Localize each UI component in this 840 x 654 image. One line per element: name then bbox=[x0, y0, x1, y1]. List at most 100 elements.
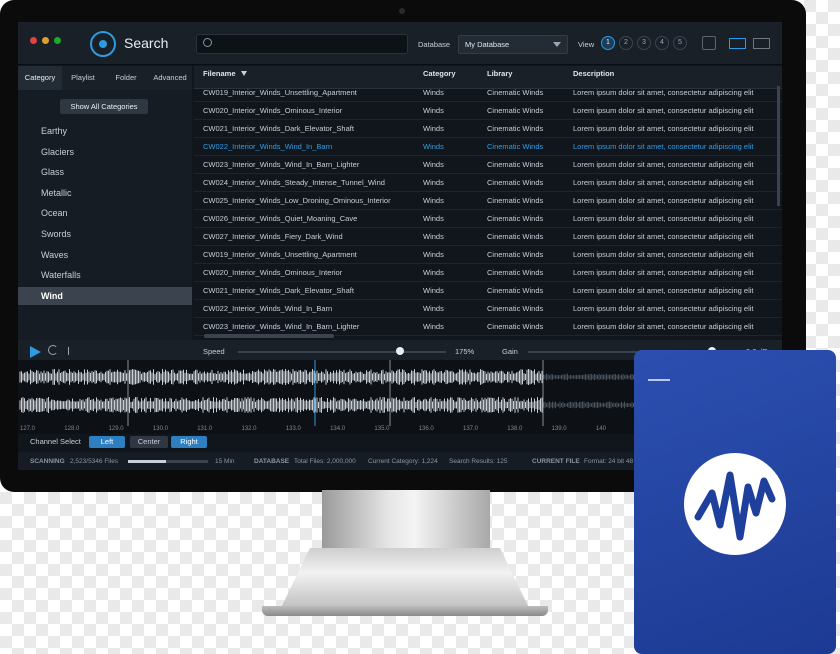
category-cell: Winds bbox=[423, 250, 444, 259]
brand-logo-icon bbox=[684, 453, 786, 555]
close-window-icon[interactable] bbox=[30, 37, 37, 44]
column-library[interactable]: Library bbox=[487, 69, 512, 78]
cube-icon[interactable] bbox=[702, 36, 716, 50]
description-cell: Lorem ipsum dolor sit amet, consectetur … bbox=[573, 286, 754, 295]
vertical-scrollbar[interactable] bbox=[777, 86, 780, 206]
channel-right-button[interactable]: Right bbox=[171, 436, 207, 448]
column-filename[interactable]: Filename bbox=[203, 69, 236, 78]
layout-full-icon[interactable] bbox=[753, 38, 770, 49]
column-category[interactable]: Category bbox=[423, 69, 456, 78]
category-cell: Winds bbox=[423, 232, 444, 241]
library-cell: Cinematic Winds bbox=[487, 178, 544, 187]
filename-cell: CW023_Interior_Winds_Wind_In_Barn_Lighte… bbox=[203, 160, 360, 169]
category-cell: Winds bbox=[423, 178, 444, 187]
category-item[interactable]: Wind bbox=[41, 291, 63, 301]
description-cell: Lorem ipsum dolor sit amet, consectetur … bbox=[573, 142, 754, 151]
view-page-button[interactable]: 5 bbox=[673, 36, 687, 50]
table-row[interactable]: CW020_Interior_Winds_Ominous_Interior Win… bbox=[194, 101, 782, 120]
channel-select-label: Channel Select bbox=[30, 437, 81, 446]
ruler-tick-label: 128.0 bbox=[64, 426, 80, 432]
description-cell: Lorem ipsum dolor sit amet, consectetur … bbox=[573, 106, 754, 115]
database-label: Database bbox=[418, 40, 451, 49]
horizontal-scrollbar[interactable] bbox=[204, 334, 334, 338]
table-row[interactable]: CW025_Interior_Winds_Low_Droning_Ominous… bbox=[194, 191, 782, 210]
total-files: Total Files: 2,000,000 bbox=[294, 458, 356, 465]
category-item[interactable]: Earthy bbox=[41, 126, 67, 136]
view-page-button[interactable]: 3 bbox=[637, 36, 651, 50]
library-cell: Cinematic Winds bbox=[487, 196, 544, 205]
table-row[interactable]: CW023_Interior_Winds_Wind_In_Barn_Lighte… bbox=[194, 155, 782, 174]
category-item[interactable]: Waterfalls bbox=[41, 270, 81, 280]
category-item[interactable]: Glass bbox=[41, 167, 64, 177]
description-cell: Lorem ipsum dolor sit amet, consectetur … bbox=[573, 124, 754, 133]
library-cell: Cinematic Winds bbox=[487, 268, 544, 277]
table-row[interactable]: CW022_Interior_Winds_Wind_In_Barn Winds Ci… bbox=[194, 299, 782, 318]
view-page-button[interactable]: 2 bbox=[619, 36, 633, 50]
monitor-base bbox=[262, 606, 548, 616]
category-item[interactable]: Metallic bbox=[41, 188, 72, 198]
ruler-tick-label: 139.0 bbox=[551, 426, 567, 432]
table-row[interactable]: CW027_Interior_Winds_Fiery_Dark_Wind Wind… bbox=[194, 227, 782, 246]
library-cell: Cinematic Winds bbox=[487, 88, 544, 97]
app-title: Search bbox=[124, 35, 169, 51]
database-status-label: DATABASE bbox=[254, 458, 290, 465]
table-row[interactable]: CW021_Interior_Winds_Dark_Elevator_Shaft… bbox=[194, 119, 782, 138]
view-label: View bbox=[578, 40, 595, 49]
category-item[interactable]: Ocean bbox=[41, 208, 68, 218]
camera-icon bbox=[399, 8, 405, 14]
table-row[interactable]: CW026_Interior_Winds_Quiet_Moaning_Cave W… bbox=[194, 209, 782, 228]
minimize-window-icon[interactable] bbox=[42, 37, 49, 44]
database-value: My Database bbox=[465, 40, 510, 49]
tab-advanced[interactable]: Advanced bbox=[148, 66, 192, 90]
category-item[interactable]: Swords bbox=[41, 229, 71, 239]
scanning-label: SCANNING bbox=[30, 458, 65, 465]
ruler-tick-label: 131.0 bbox=[197, 426, 213, 432]
column-description[interactable]: Description bbox=[573, 69, 614, 78]
view-page-button[interactable]: 1 bbox=[601, 36, 615, 50]
sort-down-icon[interactable] bbox=[241, 71, 247, 76]
channel-center-button[interactable]: Center bbox=[130, 436, 168, 448]
category-item[interactable]: Glaciers bbox=[41, 147, 74, 157]
tab-folder[interactable]: Folder bbox=[104, 66, 148, 90]
view-page-button[interactable]: 4 bbox=[655, 36, 669, 50]
category-item[interactable]: Waves bbox=[41, 250, 68, 260]
filename-cell: CW025_Interior_Winds_Low_Droning_Ominous… bbox=[203, 196, 391, 205]
monitor-stand-neck bbox=[322, 490, 490, 550]
search-input[interactable] bbox=[196, 34, 408, 54]
skip-icon[interactable] bbox=[68, 347, 78, 355]
table-row[interactable]: CW019_Interior_Winds_Unsettling_Apartmen… bbox=[194, 83, 782, 102]
show-all-categories-button[interactable]: Show All Categories bbox=[60, 99, 148, 114]
table-row[interactable]: CW021_Interior_Winds_Dark_Elevator_Shaft… bbox=[194, 281, 782, 300]
speed-slider[interactable] bbox=[238, 351, 446, 353]
table-row[interactable]: CW020_Interior_Winds_Ominous_Interior Win… bbox=[194, 263, 782, 282]
channel-left-button[interactable]: Left bbox=[89, 436, 125, 448]
table-row[interactable]: CW024_Interior_Winds_Steady_Intense_Tunn… bbox=[194, 173, 782, 192]
ruler-tick-label: 129.0 bbox=[108, 426, 124, 432]
database-select[interactable]: My Database bbox=[458, 35, 568, 54]
ruler-tick-label: 137.0 bbox=[463, 426, 479, 432]
loop-icon[interactable] bbox=[48, 345, 58, 355]
description-cell: Lorem ipsum dolor sit amet, consectetur … bbox=[573, 232, 754, 241]
table-row[interactable]: CW019_Interior_Winds_Unsettling_Apartmen… bbox=[194, 245, 782, 264]
tab-category[interactable]: Category bbox=[18, 66, 62, 90]
scanning-progress-fill bbox=[128, 460, 166, 463]
category-cell: Winds bbox=[423, 106, 444, 115]
filename-cell: CW019_Interior_Winds_Unsettling_Apartmen… bbox=[203, 88, 357, 97]
ruler-tick-label: 133.0 bbox=[285, 426, 301, 432]
layout-split-icon[interactable] bbox=[729, 38, 746, 49]
tab-playlist[interactable]: Playlist bbox=[62, 66, 104, 90]
maximize-window-icon[interactable] bbox=[54, 37, 61, 44]
ruler-tick-label: 130.0 bbox=[152, 426, 168, 432]
filename-cell: CW024_Interior_Winds_Steady_Intense_Tunn… bbox=[203, 178, 385, 187]
gain-label: Gain bbox=[502, 347, 518, 356]
filename-cell: CW026_Interior_Winds_Quiet_Moaning_Cave bbox=[203, 214, 358, 223]
filename-cell: CW019_Interior_Winds_Unsettling_Apartmen… bbox=[203, 250, 357, 259]
table-row[interactable]: CW022_Interior_Winds_Wind_In_Barn Winds Ci… bbox=[194, 137, 782, 156]
ruler-tick-label: 140 bbox=[595, 426, 606, 432]
category-cell: Winds bbox=[423, 88, 444, 97]
library-cell: Cinematic Winds bbox=[487, 160, 544, 169]
filename-cell: CW021_Interior_Winds_Dark_Elevator_Shaft bbox=[203, 286, 354, 295]
description-cell: Lorem ipsum dolor sit amet, consectetur … bbox=[573, 268, 754, 277]
play-icon[interactable] bbox=[30, 346, 41, 358]
filename-cell: CW027_Interior_Winds_Fiery_Dark_Wind bbox=[203, 232, 343, 241]
